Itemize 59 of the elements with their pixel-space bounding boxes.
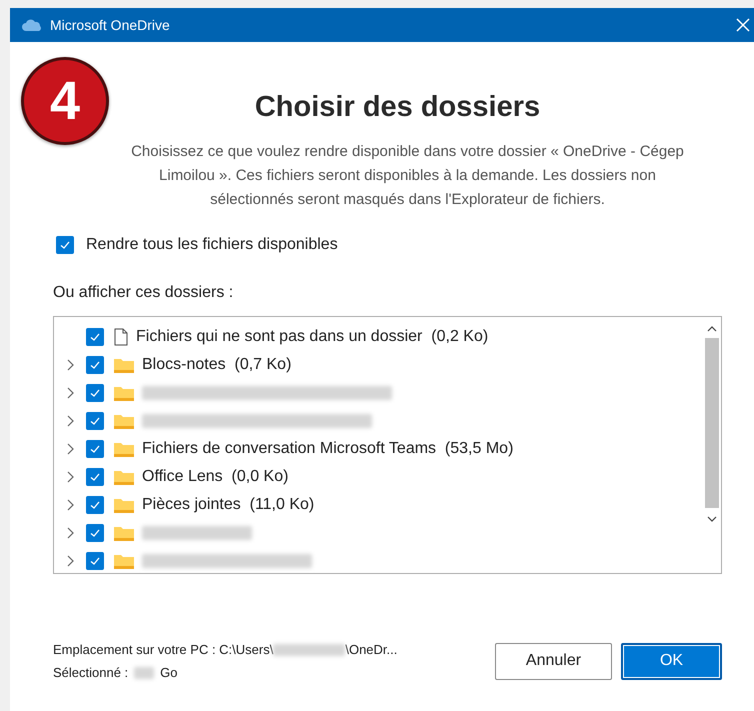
folder-icon — [114, 441, 134, 457]
step-badge: 4 — [21, 57, 109, 145]
chevron-icon[interactable] — [66, 359, 74, 371]
chevron-icon[interactable] — [66, 499, 74, 511]
checkbox[interactable] — [86, 468, 104, 486]
chevron-icon[interactable] — [66, 555, 74, 567]
folder-icon — [114, 497, 134, 513]
chevron-icon[interactable] — [66, 471, 74, 483]
check-icon — [89, 387, 101, 399]
selected-label: Sélectionné : — [53, 664, 128, 682]
checkbox[interactable] — [86, 384, 104, 402]
check-icon — [89, 555, 101, 567]
checkbox-label: Rendre tous les fichiers disponibles — [86, 236, 338, 254]
list-label: Ou afficher ces dossiers : — [53, 284, 234, 302]
folder-name[interactable]: Blocs-notes (0,7 Ko) — [142, 356, 292, 374]
checkbox[interactable] — [86, 440, 104, 458]
folder-icon — [114, 553, 134, 569]
folder-icon — [114, 469, 134, 485]
checkbox[interactable] — [86, 412, 104, 430]
location-label: Emplacement sur votre PC : C:\Users\ — [53, 641, 274, 659]
check-icon — [89, 499, 101, 511]
location-path: \OneDr... — [345, 641, 398, 659]
folder-icon — [114, 385, 134, 401]
folder-name[interactable]: Fichiers qui ne sont pas dans un dossier (0,2 Ko) — [136, 328, 488, 346]
folder-name[interactable]: Office Lens (0,0 Ko) — [142, 468, 288, 486]
check-icon — [89, 443, 101, 455]
folder-icon — [114, 413, 134, 429]
checkbox[interactable] — [86, 328, 104, 346]
check-icon — [89, 415, 101, 427]
chevron-icon[interactable] — [66, 527, 74, 539]
folder-name[interactable]: Fichiers de conversation Microsoft Teams (53,5 Mo) — [142, 440, 514, 458]
cancel-button[interactable]: Annuler — [495, 642, 612, 680]
window-title: Microsoft OneDrive — [50, 17, 171, 33]
checkbox[interactable] — [86, 356, 104, 374]
check-icon — [59, 239, 71, 251]
chevron-icon[interactable] — [66, 443, 74, 455]
file-icon — [114, 328, 128, 346]
check-icon — [89, 471, 101, 483]
checkbox[interactable] — [86, 552, 104, 570]
close-icon[interactable] — [736, 18, 750, 32]
checkbox[interactable] — [56, 236, 74, 254]
folder-icon — [114, 525, 134, 541]
dialog-heading: Choisir des dossiers — [254, 91, 540, 123]
selected-size: Go — [160, 664, 178, 682]
redacted-text — [134, 666, 154, 678]
description: Choisissez ce que voulez rendre disponible dans votre dossier « OneDrive - Cégep Limoilou ». Ces fichiers seront disponibles à la demande. Les dossiers non sélectionnés seront masqués dans l'Explorateur de fichiers. — [130, 142, 685, 210]
cloud-icon — [22, 19, 42, 31]
chevron-icon[interactable] — [66, 387, 74, 399]
check-icon — [89, 359, 101, 371]
chevron-icon[interactable] — [66, 415, 74, 427]
ok-button[interactable]: OK — [621, 642, 722, 680]
check-icon — [89, 331, 101, 343]
folder-icon — [114, 357, 134, 373]
check-icon — [89, 527, 101, 539]
scroll-down-icon[interactable] — [707, 516, 717, 522]
folder-name[interactable]: Pièces jointes (11,0 Ko) — [142, 496, 314, 514]
scroll-up-icon[interactable] — [707, 326, 717, 332]
checkbox[interactable] — [86, 496, 104, 514]
checkbox[interactable] — [86, 524, 104, 542]
